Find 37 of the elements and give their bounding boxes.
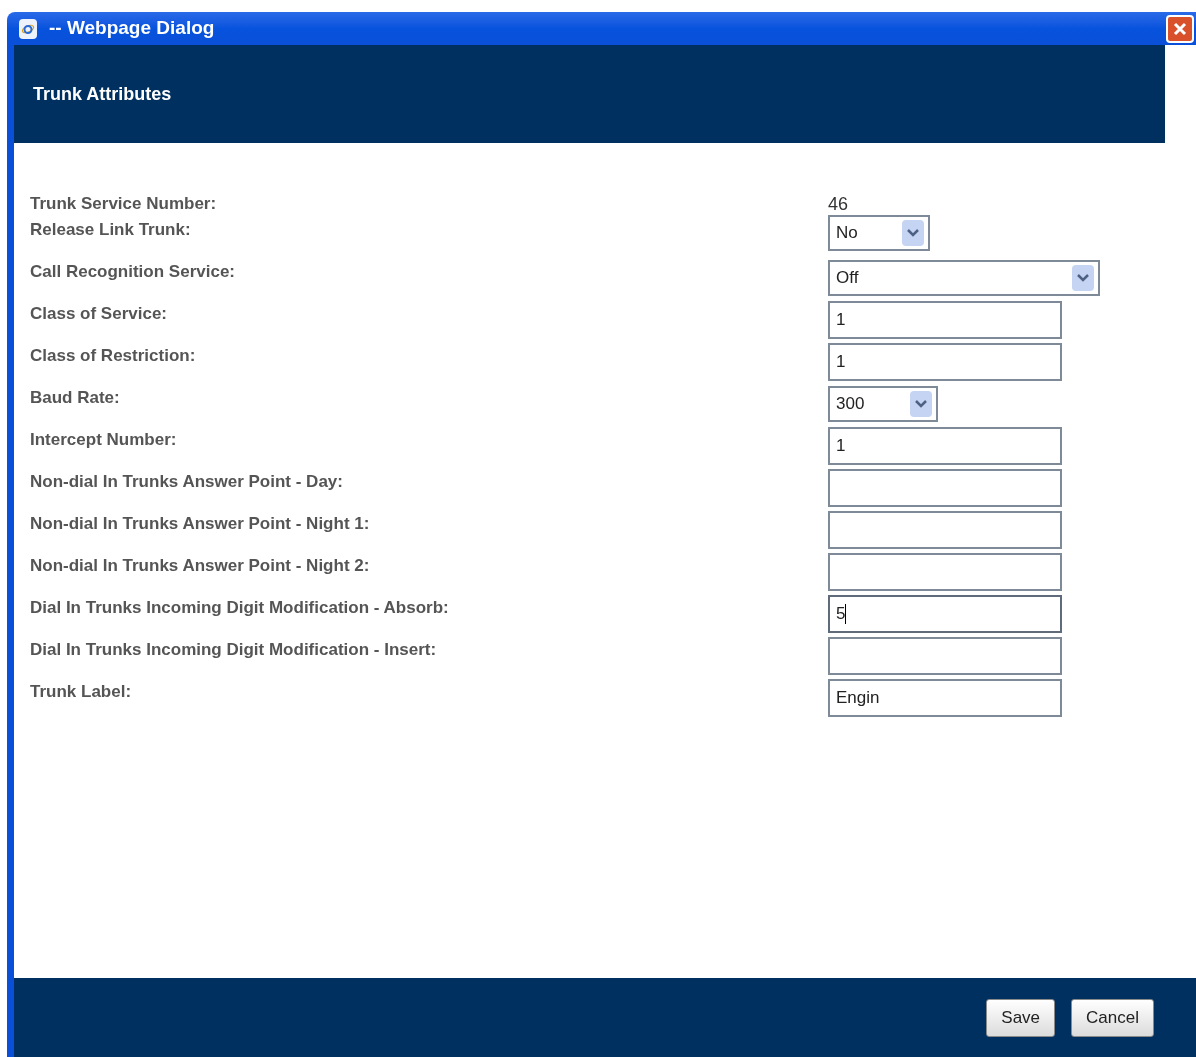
- field-label: Class of Restriction:: [30, 345, 197, 367]
- dropdown-value: 300: [836, 393, 865, 416]
- field-label: Call Recognition Service:: [30, 261, 236, 283]
- dialog-button[interactable]: Cancel: [1071, 998, 1154, 1037]
- text-input[interactable]: 1: [828, 427, 1062, 465]
- field-value: 46: [828, 193, 849, 215]
- browser-icon: [19, 18, 37, 39]
- dropdown-value: Off: [836, 267, 859, 290]
- field-label: Dial In Trunks Incoming Digit Modification - Insert:: [30, 639, 438, 661]
- text-input[interactable]: Engin: [828, 679, 1062, 717]
- text-input[interactable]: [828, 511, 1062, 549]
- window-title: -- Webpage Dialog: [49, 16, 216, 41]
- field-label: Release Link Trunk:: [30, 219, 192, 241]
- field-label: Dial In Trunks Incoming Digit Modification - Absorb:: [30, 597, 450, 619]
- text-input[interactable]: [828, 469, 1062, 507]
- field-label: Non-dial In Trunks Answer Point - Night 2:: [30, 555, 371, 577]
- text-input[interactable]: [828, 553, 1062, 591]
- text-input[interactable]: 1: [828, 343, 1062, 381]
- close-button[interactable]: [1166, 14, 1194, 43]
- field-label: Non-dial In Trunks Answer Point - Day:: [30, 471, 344, 493]
- dialog-heading: Trunk Attributes: [33, 82, 172, 106]
- dropdown[interactable]: 300: [828, 386, 938, 422]
- text-cursor: [845, 604, 847, 624]
- field-label: Non-dial In Trunks Answer Point - Night 1:: [30, 513, 371, 535]
- field-label: Trunk Service Number:: [30, 193, 218, 216]
- field-label: Intercept Number:: [30, 429, 178, 451]
- text-input[interactable]: [828, 637, 1062, 675]
- dropdown[interactable]: No: [828, 215, 930, 251]
- dropdown-value: No: [836, 222, 858, 245]
- dialog-button[interactable]: Save: [986, 998, 1056, 1037]
- close-icon: [1172, 20, 1188, 37]
- field-label: Baud Rate:: [30, 387, 121, 409]
- dropdown[interactable]: Off: [828, 260, 1100, 296]
- text-input[interactable]: 1: [828, 301, 1062, 339]
- field-label: Trunk Label:: [30, 681, 133, 703]
- text-input[interactable]: 5: [828, 595, 1062, 633]
- field-label: Class of Service:: [30, 303, 168, 325]
